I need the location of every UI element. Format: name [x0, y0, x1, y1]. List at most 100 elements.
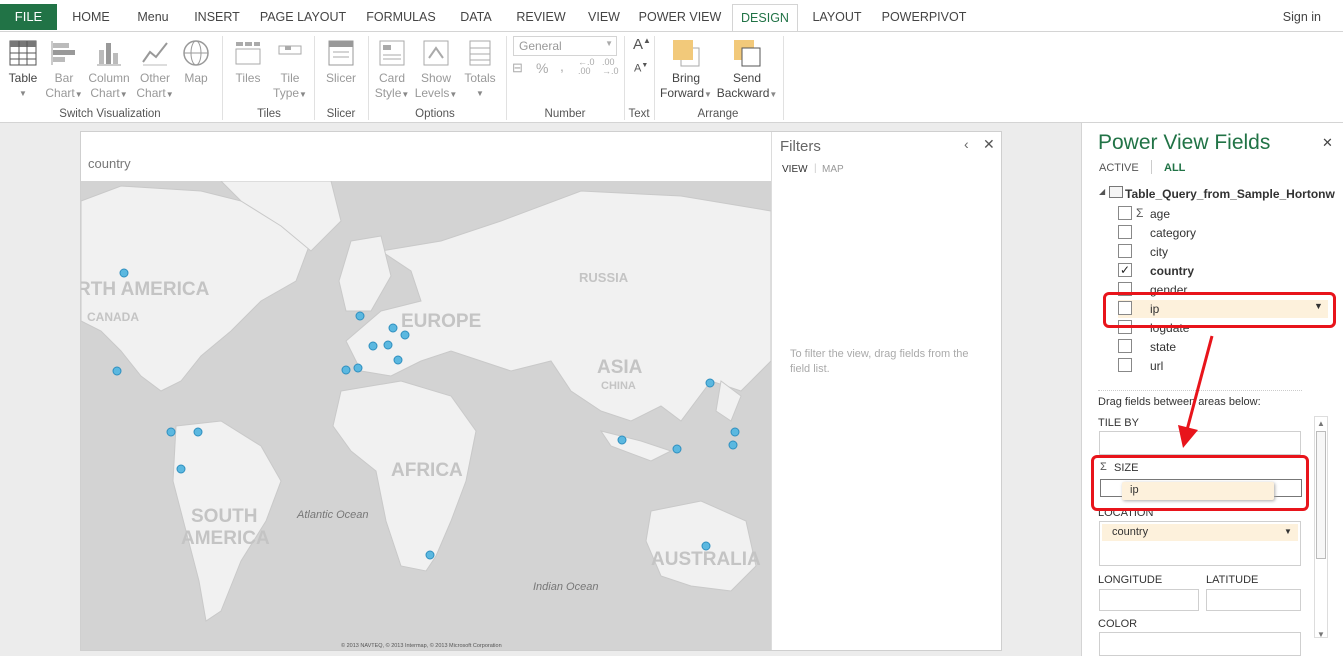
tab-file[interactable]: FILE: [0, 4, 57, 30]
tab-view[interactable]: VIEW: [580, 4, 628, 30]
bring-forward-button[interactable]: Bring Forward▼: [658, 36, 714, 102]
map-data-point[interactable]: [400, 330, 410, 340]
comma-icon[interactable]: ,: [560, 58, 564, 74]
show-levels-button[interactable]: Show Levels▼: [414, 36, 458, 102]
scrollbar-thumb[interactable]: [1316, 431, 1326, 559]
filters-tab-map[interactable]: MAP: [822, 164, 844, 175]
label-indian-ocean: Indian Ocean: [533, 581, 598, 593]
map-data-point[interactable]: [393, 355, 403, 365]
map-view[interactable]: RTH AMERICA CANADA EUROPE RUSSIA ASIA CH…: [81, 181, 771, 650]
map-data-point[interactable]: [119, 268, 129, 278]
sign-in-link[interactable]: Sign in: [1283, 4, 1321, 30]
ribbon-tab-bar: FILE HOME Menu INSERT PAGE LAYOUT FORMUL…: [0, 0, 1343, 32]
tab-active[interactable]: ACTIVE: [1099, 162, 1139, 174]
checkbox-url[interactable]: [1118, 358, 1132, 372]
tab-review[interactable]: REVIEW: [508, 4, 574, 30]
table-icon: [1109, 186, 1123, 198]
decrease-font-icon[interactable]: A▼: [634, 62, 648, 75]
map-data-point[interactable]: [383, 340, 393, 350]
tab-power-view[interactable]: POWER VIEW: [634, 4, 726, 30]
increase-decimal-icon[interactable]: ←.0.00: [578, 58, 595, 76]
map-data-point[interactable]: [701, 541, 711, 551]
currency-icon[interactable]: ⊟: [512, 60, 523, 76]
scroll-down-icon[interactable]: ▼: [1317, 630, 1325, 639]
map-data-point[interactable]: [425, 550, 435, 560]
expand-icon[interactable]: ◢: [1099, 187, 1105, 196]
map-data-point[interactable]: [730, 427, 740, 437]
map-data-point[interactable]: [166, 427, 176, 437]
map-data-point[interactable]: [341, 365, 351, 375]
location-field-chip[interactable]: country: [1102, 524, 1298, 541]
table-name[interactable]: Table_Query_from_Sample_Hortonw: [1125, 187, 1343, 201]
map-data-point[interactable]: [368, 341, 378, 351]
collapse-icon[interactable]: ‹: [964, 136, 969, 152]
tab-home[interactable]: HOME: [62, 4, 120, 30]
close-icon[interactable]: ✕: [1322, 135, 1333, 151]
show-levels-label-2: Levels: [414, 86, 450, 100]
checkbox-country-checked[interactable]: ✓: [1118, 263, 1132, 277]
decrease-decimal-icon[interactable]: .00 →.0: [602, 58, 619, 76]
tiles-button[interactable]: Tiles: [228, 36, 268, 86]
label-atlantic-ocean: Atlantic Ocean: [296, 509, 369, 521]
increase-font-icon[interactable]: A▲: [633, 36, 651, 53]
percent-icon[interactable]: %: [536, 60, 548, 76]
column-chart-button[interactable]: Column Chart▼: [86, 36, 132, 102]
field-country[interactable]: country: [1150, 264, 1194, 278]
map-data-point[interactable]: [388, 323, 398, 333]
field-city[interactable]: city: [1150, 245, 1168, 259]
field-age[interactable]: age: [1150, 207, 1170, 221]
totals-button[interactable]: Totals ▼: [460, 36, 500, 101]
map-data-point[interactable]: [617, 435, 627, 445]
checkbox-state[interactable]: [1118, 339, 1132, 353]
map-data-point[interactable]: [193, 427, 203, 437]
send-backward-label-2: Backward: [716, 86, 770, 100]
tile-type-button[interactable]: Tile Type▼: [270, 36, 310, 102]
map-data-point[interactable]: [353, 363, 363, 373]
chevron-down-icon[interactable]: ▼: [1284, 527, 1292, 536]
checkbox-category[interactable]: [1118, 225, 1132, 239]
tab-powerpivot[interactable]: POWERPIVOT: [876, 4, 972, 30]
map-data-point[interactable]: [672, 444, 682, 454]
tab-all[interactable]: ALL: [1164, 162, 1185, 174]
filters-pane: Filters ‹ ✕ VIEW | MAP To filter the vie…: [771, 132, 1001, 650]
send-backward-button[interactable]: Send Backward▼: [716, 36, 778, 102]
field-url[interactable]: url: [1150, 359, 1163, 373]
field-category[interactable]: category: [1150, 226, 1196, 240]
tab-insert[interactable]: INSERT: [186, 4, 248, 30]
map-data-point[interactable]: [355, 311, 365, 321]
checkbox-city[interactable]: [1118, 244, 1132, 258]
latitude-dropzone[interactable]: [1206, 589, 1301, 611]
card-style-button[interactable]: Card Style▼: [372, 36, 412, 102]
number-format-select[interactable]: General ▼: [513, 36, 617, 56]
scroll-up-icon[interactable]: ▲: [1317, 419, 1325, 428]
tab-formulas[interactable]: FORMULAS: [358, 4, 444, 30]
bar-chart-button[interactable]: Bar Chart▼: [44, 36, 84, 102]
map-title: country: [88, 156, 131, 171]
filters-tab-view[interactable]: VIEW: [782, 164, 808, 175]
other-chart-button[interactable]: Other Chart▼: [134, 36, 176, 102]
close-icon[interactable]: ✕: [983, 136, 995, 153]
other-chart-label-1: Other: [139, 71, 170, 85]
line-chart-icon: [142, 42, 168, 66]
map-data-point[interactable]: [176, 464, 186, 474]
map-data-point[interactable]: [728, 440, 738, 450]
color-dropzone[interactable]: [1099, 632, 1301, 656]
map-data-point[interactable]: [112, 366, 122, 376]
label-north-america: RTH AMERICA: [81, 279, 210, 300]
highlight-size-area: [1091, 455, 1309, 511]
tab-data[interactable]: DATA: [450, 4, 502, 30]
map-data-point[interactable]: [705, 378, 715, 388]
checkbox-age[interactable]: [1118, 206, 1132, 220]
tab-page-layout[interactable]: PAGE LAYOUT: [254, 4, 352, 30]
column-chart-icon: [97, 43, 121, 66]
tab-menu[interactable]: Menu: [126, 4, 180, 30]
totals-icon: [469, 40, 491, 66]
tiles-icon: [235, 42, 261, 65]
ribbon-separator: [654, 36, 655, 120]
tab-layout[interactable]: LAYOUT: [806, 4, 868, 30]
tab-design[interactable]: DESIGN: [732, 4, 798, 32]
slicer-button[interactable]: Slicer: [320, 36, 362, 86]
longitude-dropzone[interactable]: [1099, 589, 1199, 611]
table-button[interactable]: Table ▼: [4, 36, 42, 101]
map-button[interactable]: Map: [178, 36, 214, 86]
